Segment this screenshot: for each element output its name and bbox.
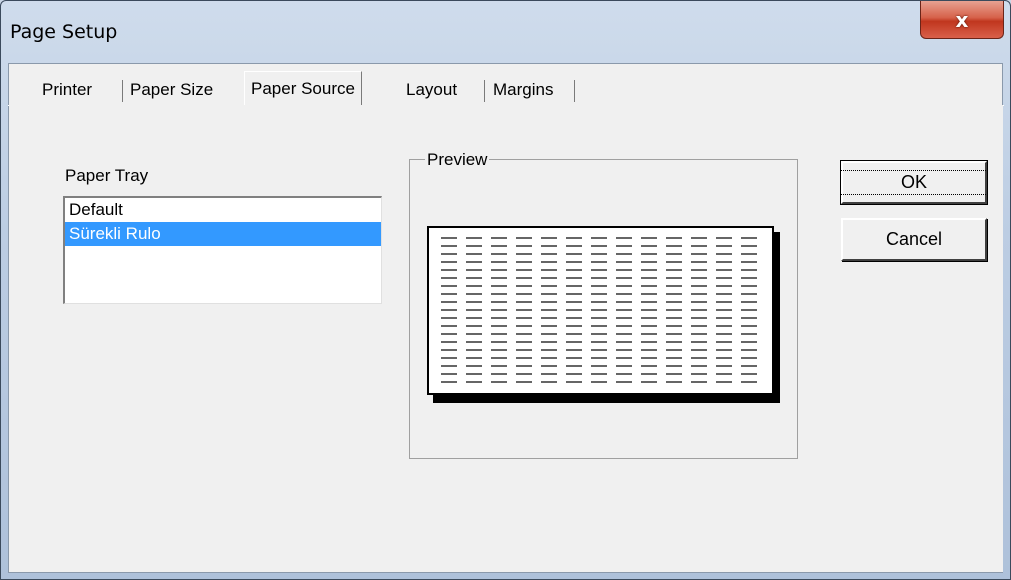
close-button[interactable]: x [920, 1, 1004, 39]
cancel-button[interactable]: Cancel [841, 218, 987, 261]
tab-separator [484, 80, 485, 102]
tab-paper-size[interactable]: Paper Size [130, 75, 213, 105]
list-item[interactable]: Sürekli Rulo [65, 222, 381, 246]
tab-strip: Printer Paper Size Paper Source Layout M… [8, 71, 1004, 106]
tab-label: Paper Source [251, 78, 355, 98]
tab-printer[interactable]: Printer [42, 75, 92, 105]
tab-label: Margins [493, 80, 554, 99]
tab-label: Layout [406, 80, 458, 99]
tab-label: Paper Size [130, 80, 214, 99]
tab-layout[interactable]: Layout [406, 75, 457, 105]
close-icon: x [955, 7, 969, 32]
preview-label: Preview [425, 150, 490, 170]
ok-button-label: OK [840, 170, 989, 195]
tab-paper-source[interactable]: Paper Source [244, 71, 362, 105]
list-item[interactable]: Default [65, 198, 381, 222]
cancel-button-label: Cancel [885, 229, 943, 249]
window-title: Page Setup [10, 21, 118, 43]
tab-separator [574, 80, 575, 102]
paper-preview [427, 226, 774, 395]
title-bar[interactable]: Page Setup x [1, 1, 1010, 63]
paper-lines-graphic [441, 237, 757, 383]
tab-margins[interactable]: Margins [493, 75, 553, 105]
page-setup-window: Page Setup x Printer Paper Size Paper So… [0, 0, 1011, 580]
paper-tray-listbox[interactable]: Default Sürekli Rulo [63, 196, 382, 304]
ok-button[interactable]: OK [840, 160, 989, 205]
tab-separator [122, 80, 123, 102]
paper-tray-label: Paper Tray [65, 166, 149, 185]
tab-label: Printer [42, 80, 93, 99]
